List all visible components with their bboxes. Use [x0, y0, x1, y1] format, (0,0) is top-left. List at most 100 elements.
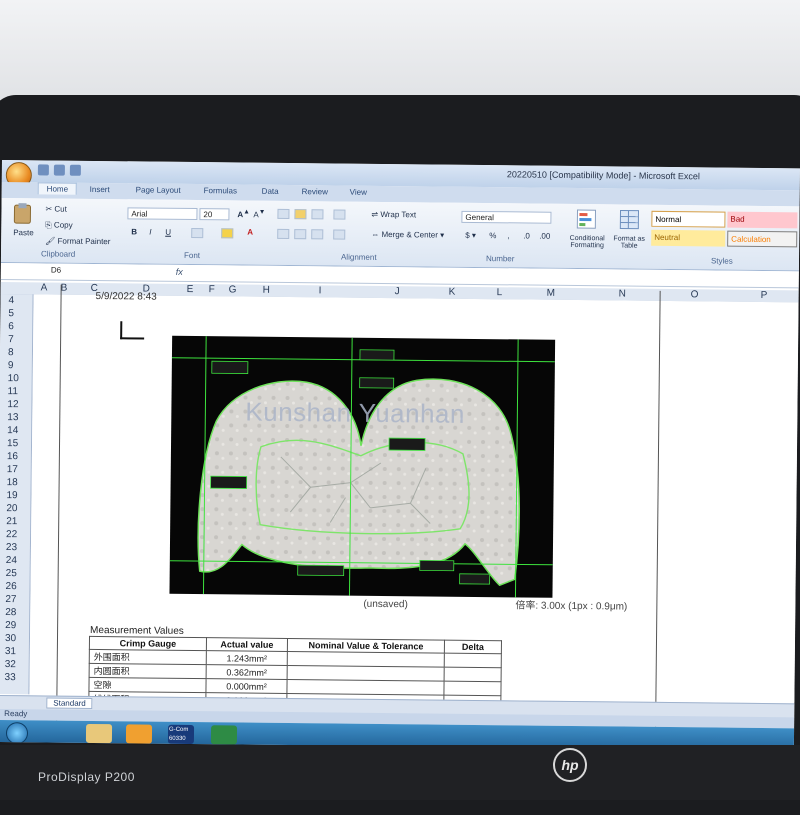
start-button[interactable]: [6, 722, 28, 744]
cut-button[interactable]: ✂ Cut: [45, 204, 66, 213]
merge-center-button[interactable]: ⇔ Merge & Center ▾: [371, 230, 444, 240]
tab-view[interactable]: View: [350, 188, 367, 197]
row-header[interactable]: 19: [6, 490, 17, 501]
row-header[interactable]: 24: [6, 555, 17, 566]
row-header[interactable]: 18: [7, 477, 18, 488]
explorer-icon[interactable]: [86, 724, 112, 743]
table-cell[interactable]: [444, 681, 501, 696]
align-middle-icon[interactable]: [294, 209, 306, 219]
align-right-icon[interactable]: [311, 229, 323, 239]
wrap-text-button[interactable]: ⇌ Wrap Text: [371, 210, 416, 219]
copy-button[interactable]: ⎘ Copy: [45, 220, 72, 230]
fx-icon[interactable]: fx: [176, 267, 183, 277]
row-header[interactable]: 31: [5, 646, 16, 657]
fill-color-icon[interactable]: [221, 228, 233, 238]
style-neutral[interactable]: Neutral: [651, 230, 725, 247]
row-header[interactable]: 33: [5, 672, 16, 683]
header-delta[interactable]: Delta: [444, 640, 501, 654]
selected-cell-d6[interactable]: [120, 321, 144, 339]
orientation-icon[interactable]: [333, 209, 345, 219]
row-header[interactable]: 23: [6, 542, 17, 553]
table-cell[interactable]: 0.000mm²: [206, 679, 287, 694]
worksheet[interactable]: 5/9/2022 8:43: [29, 294, 798, 702]
table-cell[interactable]: [444, 667, 501, 682]
cross-section-image[interactable]: [169, 336, 555, 598]
align-bottom-icon[interactable]: [311, 209, 323, 219]
number-format-select[interactable]: General: [461, 211, 551, 224]
font-name-select[interactable]: Arial: [127, 207, 197, 220]
row-header[interactable]: 6: [8, 321, 14, 332]
comma-button[interactable]: ,: [507, 231, 509, 240]
style-calculation[interactable]: Calculation: [727, 231, 797, 248]
format-as-table-button[interactable]: Format as Table: [613, 208, 646, 256]
row-header[interactable]: 29: [5, 620, 16, 631]
excel-taskbar-icon[interactable]: [211, 725, 237, 744]
header-actual-value[interactable]: Actual value: [206, 638, 287, 652]
italic-button[interactable]: I: [149, 228, 151, 237]
align-top-icon[interactable]: [277, 209, 289, 219]
percent-button[interactable]: %: [489, 231, 496, 240]
table-cell[interactable]: 0.362mm²: [206, 665, 287, 680]
row-header[interactable]: 17: [7, 464, 18, 475]
tab-home[interactable]: Home: [38, 182, 77, 194]
underline-button[interactable]: U: [165, 228, 171, 237]
row-header[interactable]: 25: [6, 568, 17, 579]
tab-data[interactable]: Data: [262, 187, 279, 196]
shrink-font-button[interactable]: A▼: [253, 209, 265, 220]
currency-button[interactable]: $ ▾: [465, 231, 476, 240]
row-header[interactable]: 9: [8, 360, 14, 371]
tab-formulas[interactable]: Formulas: [204, 186, 237, 195]
row-header[interactable]: 7: [8, 334, 14, 345]
borders-icon[interactable]: [191, 228, 203, 238]
tab-review[interactable]: Review: [302, 187, 328, 196]
media-player-icon[interactable]: [126, 724, 152, 743]
row-header[interactable]: 8: [8, 347, 14, 358]
table-cell[interactable]: [444, 653, 501, 668]
row-header[interactable]: 30: [5, 633, 16, 644]
row-header[interactable]: 32: [5, 659, 16, 670]
header-crimp-gauge[interactable]: Crimp Gauge: [89, 636, 206, 650]
bold-button[interactable]: B: [131, 227, 137, 236]
conditional-formatting-button[interactable]: Conditional Formatting: [563, 208, 612, 257]
increase-decimal-button[interactable]: .0: [523, 231, 530, 240]
style-normal[interactable]: Normal: [651, 211, 725, 228]
column-header[interactable]: P: [761, 290, 768, 301]
date-cell[interactable]: 5/9/2022 8:43: [96, 291, 157, 303]
row-header[interactable]: 28: [5, 607, 16, 618]
grow-font-button[interactable]: A▲: [237, 208, 249, 219]
row-header[interactable]: 14: [7, 425, 18, 436]
column-header[interactable]: A: [41, 282, 48, 293]
font-color-icon[interactable]: A: [247, 228, 253, 237]
table-cell[interactable]: 1.243mm²: [206, 651, 287, 666]
indent-icon[interactable]: [333, 229, 345, 239]
decrease-decimal-button[interactable]: .00: [539, 232, 550, 241]
row-header[interactable]: 13: [7, 412, 18, 423]
format-painter-button[interactable]: 🖌 Format Painter: [45, 236, 110, 246]
row-header[interactable]: 15: [7, 438, 18, 449]
font-size-select[interactable]: 20: [199, 208, 229, 220]
row-header[interactable]: 26: [5, 581, 16, 592]
table-cell[interactable]: 空隙: [89, 677, 206, 692]
row-header[interactable]: 16: [7, 451, 18, 462]
name-box[interactable]: D6: [51, 266, 126, 279]
row-header[interactable]: 5: [8, 308, 14, 319]
sheet-tab-standard[interactable]: Standard: [46, 697, 93, 708]
redo-icon[interactable]: [70, 165, 81, 176]
row-header[interactable]: 27: [5, 594, 16, 605]
table-cell[interactable]: 内圆面积: [89, 663, 206, 678]
undo-icon[interactable]: [54, 165, 65, 176]
align-left-icon[interactable]: [277, 229, 289, 239]
row-header[interactable]: 22: [6, 529, 17, 540]
align-center-icon[interactable]: [294, 229, 306, 239]
gcom-app-icon[interactable]: G-Com 60330: [168, 725, 194, 744]
column-header[interactable]: O: [691, 289, 699, 300]
row-header[interactable]: 20: [6, 503, 17, 514]
row-header[interactable]: 10: [8, 373, 19, 384]
tab-page-layout[interactable]: Page Layout: [136, 185, 181, 194]
row-header[interactable]: 4: [8, 295, 14, 306]
table-cell[interactable]: 外围面积: [89, 649, 206, 664]
row-header[interactable]: 12: [7, 399, 18, 410]
style-bad[interactable]: Bad: [727, 212, 797, 229]
row-header[interactable]: 21: [6, 516, 17, 527]
row-header[interactable]: 11: [8, 386, 19, 397]
